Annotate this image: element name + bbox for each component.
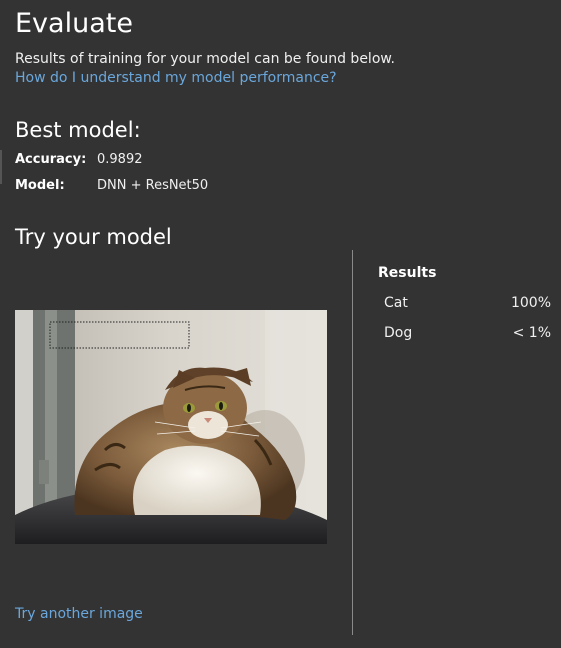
result-label: Cat xyxy=(384,295,408,311)
result-value: 100% xyxy=(510,295,551,311)
result-label: Dog xyxy=(384,325,413,341)
test-image xyxy=(15,310,327,544)
accuracy-label: Accuracy: xyxy=(15,152,87,167)
try-model-heading: Try your model xyxy=(15,225,172,249)
model-label: Model: xyxy=(15,178,65,193)
page-title: Evaluate xyxy=(15,8,133,39)
accuracy-row: Accuracy: 0.9892 xyxy=(15,152,143,167)
section-marker xyxy=(0,150,2,184)
model-value: DNN + ResNet50 xyxy=(97,178,209,193)
model-row: Model: DNN + ResNet50 xyxy=(15,178,208,193)
vertical-divider xyxy=(352,250,353,635)
result-row-dog: Dog < 1% xyxy=(384,325,551,341)
accuracy-value: 0.9892 xyxy=(97,152,143,167)
model-performance-help-link[interactable]: How do I understand my model performance… xyxy=(15,70,337,86)
result-row-cat: Cat 100% xyxy=(384,295,551,311)
try-another-image-link[interactable]: Try another image xyxy=(15,606,143,622)
results-title: Results xyxy=(378,265,437,281)
page-subtitle: Results of training for your model can b… xyxy=(15,51,396,67)
best-model-heading: Best model: xyxy=(15,118,141,142)
result-value: < 1% xyxy=(512,325,551,341)
